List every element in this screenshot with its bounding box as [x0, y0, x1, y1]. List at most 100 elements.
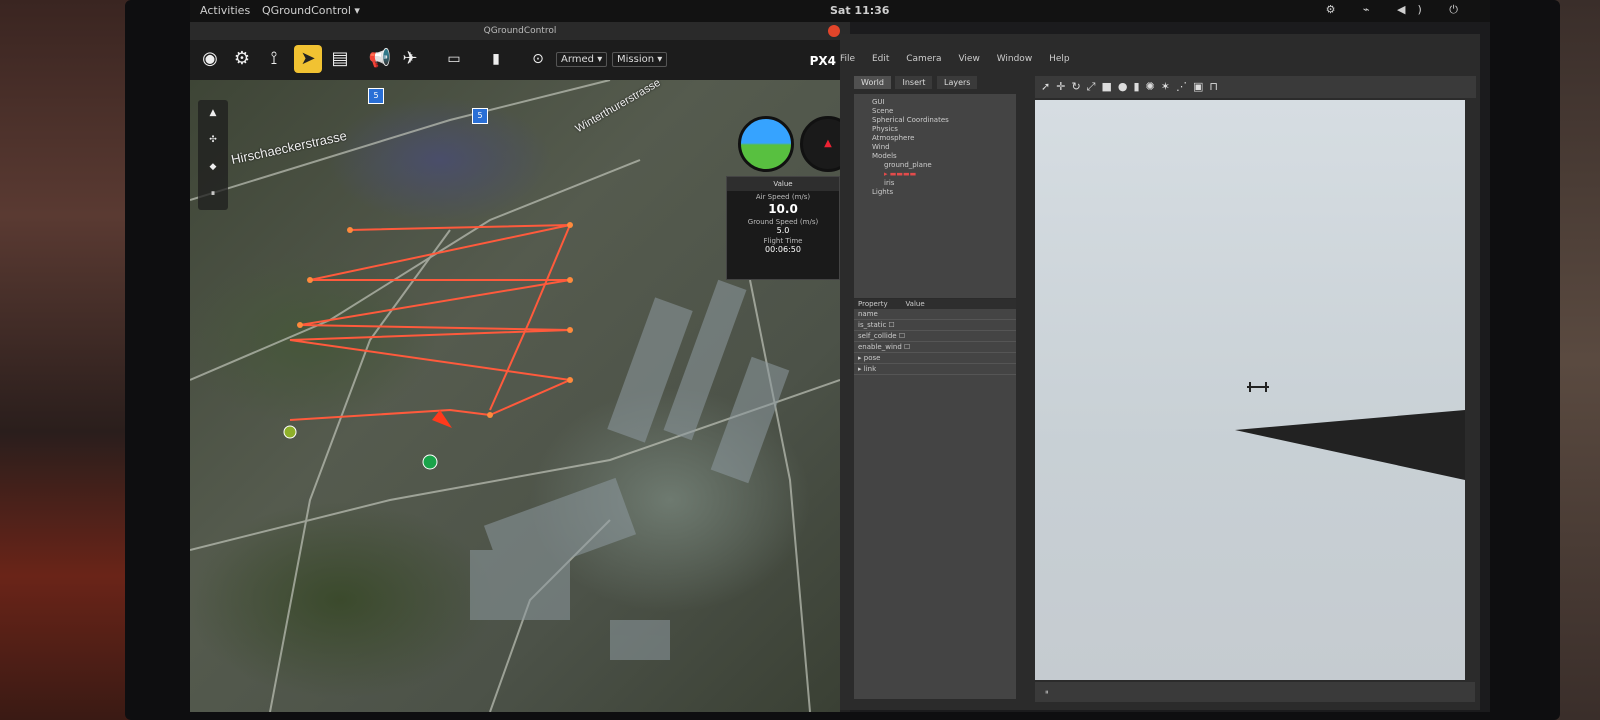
- property-row[interactable]: ▸ link: [854, 364, 1016, 375]
- clock[interactable]: Sat 11:36: [830, 4, 889, 17]
- point-light-icon[interactable]: ✺: [1146, 80, 1161, 93]
- property-header: Property Value: [854, 299, 1016, 309]
- battery-icon[interactable]: ▮: [482, 45, 510, 73]
- property-header-name: Property: [858, 300, 888, 308]
- property-row[interactable]: ▸ pose: [854, 353, 1016, 364]
- gazebo-tabs: World Insert Layers: [854, 76, 1016, 94]
- pause-icon[interactable]: ⏸: [198, 181, 228, 208]
- air-speed-value: 10.0: [768, 202, 798, 216]
- tree-item[interactable]: Wind: [854, 143, 1016, 152]
- center-map-icon[interactable]: ✣: [198, 127, 228, 154]
- tab-world[interactable]: World: [854, 76, 891, 89]
- tree-item-lights[interactable]: Lights: [854, 188, 1016, 197]
- rc-rssi-icon[interactable]: ▭: [440, 45, 468, 73]
- spot-light-icon[interactable]: ✶: [1161, 80, 1176, 93]
- pause-play-icon[interactable]: ⏸: [1045, 688, 1049, 696]
- zoom-out-icon[interactable]: ◆: [198, 154, 228, 181]
- analyze-icon[interactable]: ▤: [326, 45, 354, 73]
- map-marker[interactable]: 5: [368, 88, 384, 104]
- tree-item[interactable]: Atmosphere: [854, 134, 1016, 143]
- menu-view[interactable]: View: [958, 54, 979, 64]
- property-row[interactable]: enable_wind ☐: [854, 342, 1016, 353]
- flight-time-value: 00:06:50: [765, 245, 801, 254]
- property-label: pose: [863, 354, 881, 362]
- screen: Activities QGroundControl ▾ Sat 11:36 ⚙ …: [190, 0, 1490, 712]
- menu-help[interactable]: Help: [1049, 54, 1070, 64]
- property-row[interactable]: self_collide ☐: [854, 331, 1016, 342]
- gazebo-window: File Edit Camera View Window Help World …: [840, 34, 1480, 710]
- tree-item[interactable]: Scene: [854, 107, 1016, 116]
- menu-camera[interactable]: Camera: [906, 54, 941, 64]
- record-icon[interactable]: ⊓: [1209, 80, 1224, 93]
- values-header: Value: [727, 177, 839, 191]
- menu-window[interactable]: Window: [997, 54, 1033, 64]
- flight-time-label: Flight Time: [763, 237, 803, 245]
- select-tool-icon[interactable]: ➚: [1041, 80, 1056, 93]
- rotate-tool-icon[interactable]: ↻: [1071, 80, 1086, 93]
- scale-tool-icon[interactable]: ⤢: [1087, 80, 1102, 93]
- qgc-window: QGroundControl ◉ ⚙ ⟟ ➤ ▤ 📢 ✈ ▭ ▮ ⊙ Armed…: [190, 22, 850, 712]
- property-label: enable_wind: [858, 343, 902, 351]
- close-window-button[interactable]: [828, 25, 840, 37]
- tree-item-models[interactable]: Models: [854, 152, 1016, 161]
- system-top-bar: Activities QGroundControl ▾ Sat 11:36 ⚙ …: [190, 0, 1490, 22]
- gps-status-icon[interactable]: ✈: [396, 45, 424, 73]
- map-view[interactable]: ▲ ✣ ◆ ⏸ Hirschaeckerstrasse Winterthurer…: [190, 80, 840, 712]
- flight-mode-icon[interactable]: ⊙: [524, 45, 552, 73]
- system-tray[interactable]: ⚙ ⌁ ◀) ⏻: [1326, 3, 1470, 17]
- menu-file[interactable]: File: [840, 54, 855, 64]
- checkbox-icon[interactable]: ☐: [904, 343, 910, 351]
- box-shape-icon[interactable]: ■: [1101, 80, 1117, 93]
- px4-logo: PX4: [809, 54, 836, 68]
- fly-view-icon[interactable]: ➤: [294, 45, 322, 73]
- qgc-logo-icon[interactable]: ◉: [196, 45, 224, 73]
- settings-gear-icon[interactable]: ⚙: [228, 45, 256, 73]
- tab-insert[interactable]: Insert: [895, 76, 933, 89]
- ground-speed-value: 5.0: [776, 226, 790, 235]
- menu-edit[interactable]: Edit: [872, 54, 889, 64]
- drone-icon: [1247, 382, 1269, 392]
- sphere-shape-icon[interactable]: ●: [1118, 80, 1134, 93]
- tree-item[interactable]: Physics: [854, 125, 1016, 134]
- tab-layers[interactable]: Layers: [936, 76, 978, 89]
- qgc-titlebar: QGroundControl: [190, 22, 850, 40]
- property-label: name: [858, 310, 878, 318]
- instrument-values-panel[interactable]: Value Air Speed (m/s) 10.0 Ground Speed …: [726, 176, 840, 280]
- tree-model-iris[interactable]: iris: [854, 179, 1016, 188]
- checkbox-icon[interactable]: ☐: [889, 321, 895, 329]
- ground-speed-label: Ground Speed (m/s): [747, 218, 819, 226]
- home-marker-icon: [422, 454, 438, 470]
- zoom-in-icon[interactable]: ▲: [198, 100, 228, 127]
- vehicle-messages-icon[interactable]: 📢: [366, 45, 394, 73]
- property-row[interactable]: name: [854, 309, 1016, 320]
- qgc-title: QGroundControl: [483, 26, 557, 36]
- property-label: self_collide: [858, 332, 897, 340]
- app-menu[interactable]: QGroundControl ▾: [262, 4, 360, 17]
- armed-dropdown[interactable]: Armed ▾: [556, 52, 608, 67]
- 3d-viewport[interactable]: [1035, 100, 1465, 680]
- screenshot-icon[interactable]: ▣: [1193, 80, 1209, 93]
- gazebo-menubar: File Edit Camera View Window Help: [840, 54, 1480, 72]
- viewport-scene: [1235, 382, 1465, 480]
- directional-light-icon[interactable]: ⋰: [1176, 80, 1193, 93]
- cylinder-shape-icon[interactable]: ▮: [1133, 80, 1145, 93]
- background-left: [0, 0, 130, 720]
- translate-tool-icon[interactable]: ✛: [1056, 80, 1071, 93]
- tree-item[interactable]: GUI: [854, 98, 1016, 107]
- tree-model-selected[interactable]: ▸ ▬▬▬▬: [854, 170, 1016, 179]
- activities-button[interactable]: Activities: [200, 4, 250, 17]
- shadow-shape: [1235, 410, 1465, 480]
- property-panel: Property Value name is_static ☐ self_col…: [854, 299, 1016, 699]
- property-row[interactable]: is_static ☐: [854, 320, 1016, 331]
- flight-mode-dropdown[interactable]: Mission ▾: [612, 52, 668, 67]
- tree-item[interactable]: Spherical Coordinates: [854, 116, 1016, 125]
- air-speed-label: Air Speed (m/s): [755, 193, 811, 201]
- world-tree: GUI Scene Spherical Coordinates Physics …: [854, 94, 1016, 298]
- checkbox-icon[interactable]: ☐: [899, 332, 905, 340]
- map-marker[interactable]: 5: [472, 108, 488, 124]
- tree-model-ground-plane[interactable]: ground_plane: [854, 161, 1016, 170]
- takeoff-marker-icon: [283, 425, 297, 439]
- plan-route-icon[interactable]: ⟟: [260, 45, 288, 73]
- map-tools: ▲ ✣ ◆ ⏸: [198, 100, 228, 210]
- qgc-toolbar: ◉ ⚙ ⟟ ➤ ▤ 📢 ✈ ▭ ▮ ⊙ Armed ▾ Mission ▾ PX…: [190, 40, 850, 80]
